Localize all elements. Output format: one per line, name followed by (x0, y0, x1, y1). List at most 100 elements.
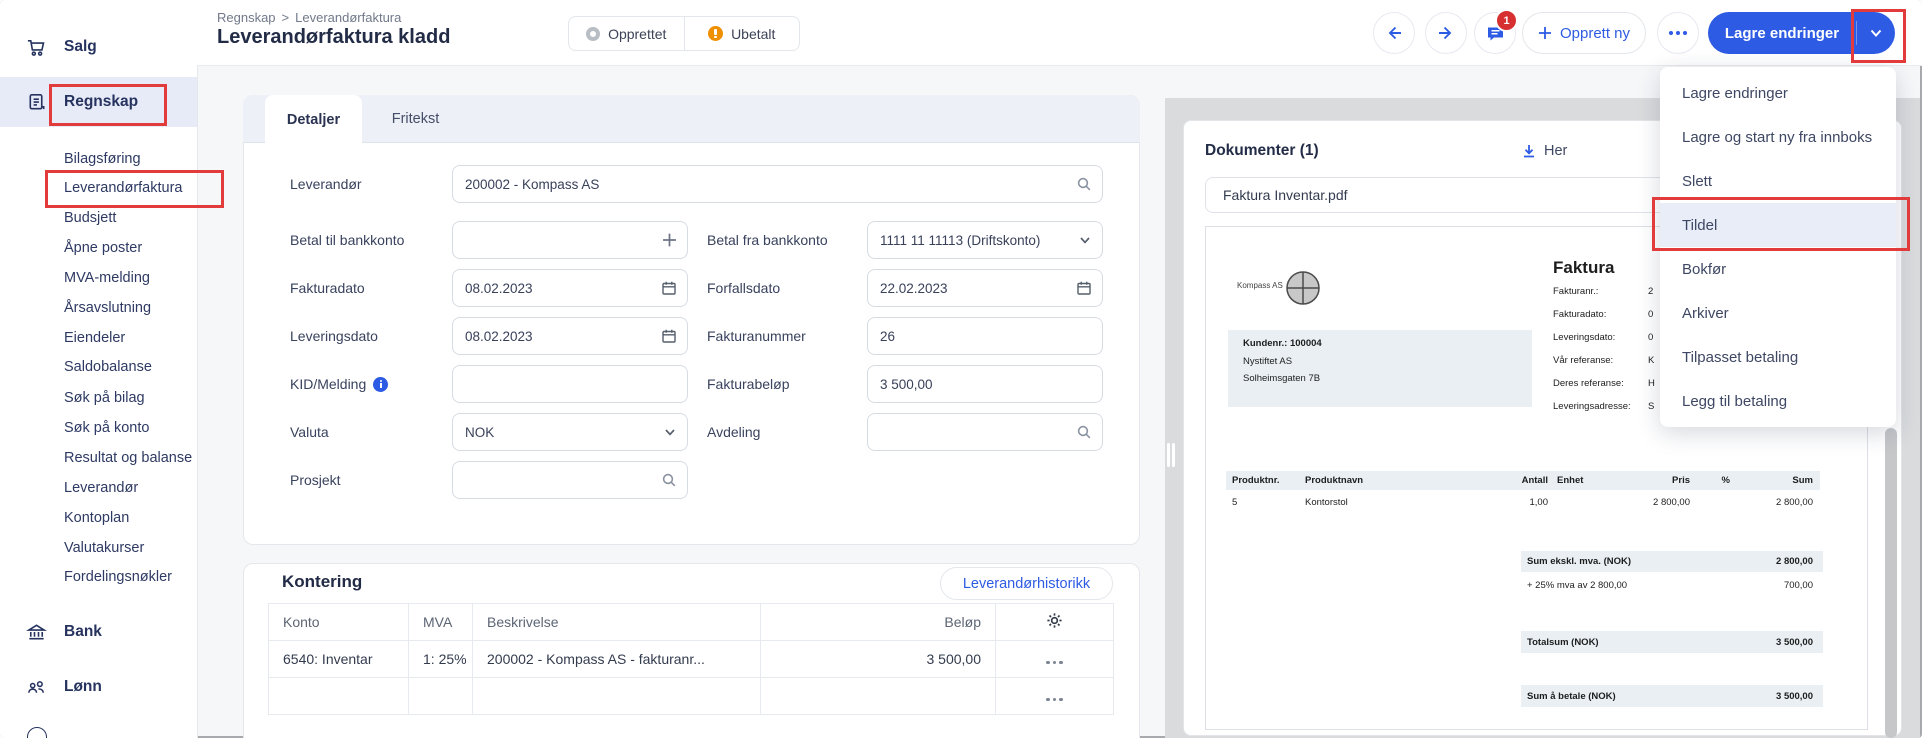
created-status-icon (586, 27, 600, 41)
sidebar-item-eiendeler[interactable]: Eiendeler (64, 327, 125, 349)
sidebar-item-sok-pa-bilag[interactable]: Søk på bilag (64, 387, 145, 409)
field-label: Betal fra bankkonto (707, 221, 828, 259)
download-icon (1521, 143, 1537, 159)
sidebar-item-bilagsforing[interactable]: Bilagsføring (64, 148, 141, 170)
sidebar-item-resultat-og-balanse[interactable]: Resultat og balanse (64, 447, 192, 469)
invoice-detail-label: Vår referanse: (1553, 355, 1613, 366)
documents-title: Dokumenter (1) (1205, 142, 1319, 160)
calendar-icon[interactable] (1076, 280, 1092, 296)
create-new-button[interactable]: Opprett ny (1522, 12, 1646, 54)
col-header-settings[interactable] (996, 604, 1114, 641)
menu-item-tilpasset-betaling[interactable]: Tilpasset betaling (1660, 335, 1896, 379)
download-link[interactable]: Her (1521, 143, 1567, 159)
cell-mva[interactable]: 1: 25% (409, 641, 473, 678)
invoice-amount-input[interactable]: 3 500,00 (867, 365, 1103, 403)
invoice-number-input[interactable]: 26 (867, 317, 1103, 355)
menu-item-slett[interactable]: Slett (1660, 159, 1896, 203)
tab-detaljer[interactable]: Detaljer (265, 95, 362, 144)
currency-value: NOK (465, 425, 494, 440)
unpaid-warning-icon (708, 26, 723, 41)
department-input[interactable] (867, 413, 1103, 451)
cell-beskrivelse[interactable] (473, 678, 761, 715)
comments-button[interactable]: 1 (1474, 12, 1516, 54)
row-actions-button[interactable] (996, 641, 1114, 678)
sidebar-item-sok-pa-konto[interactable]: Søk på konto (64, 417, 149, 439)
due-date-value: 22.02.2023 (880, 281, 948, 296)
breadcrumb-current[interactable]: Leverandørfaktura (295, 10, 401, 25)
calendar-icon[interactable] (661, 328, 677, 344)
sidebar-item-mva-melding[interactable]: MVA-melding (64, 267, 150, 289)
supplier-input[interactable]: 200002 - Kompass AS (452, 165, 1103, 203)
back-button[interactable] (1373, 12, 1415, 54)
search-icon[interactable] (661, 472, 677, 488)
sidebar-item-arsavslutning[interactable]: Årsavslutning (64, 297, 151, 319)
cell-mva[interactable] (409, 678, 473, 715)
menu-item-lagre-og-start-ny[interactable]: Lagre og start ny fra innboks (1660, 115, 1896, 159)
tab-fritekst[interactable]: Fritekst (368, 95, 463, 143)
page-title: Leverandørfaktura kladd (217, 26, 450, 49)
cell-konto[interactable] (269, 678, 409, 715)
inv-cell-antall: 1,00 (1478, 497, 1548, 508)
menu-item-legg-til-betaling[interactable]: Legg til betaling (1660, 379, 1896, 423)
status-badges: Opprettet Ubetalt (568, 16, 800, 51)
menu-item-lagre-endringer[interactable]: Lagre endringer (1660, 71, 1896, 115)
invoice-date-input[interactable]: 08.02.2023 (452, 269, 688, 307)
plus-icon[interactable] (662, 233, 677, 248)
people-icon (26, 677, 47, 698)
pay-to-account-input[interactable] (452, 221, 688, 259)
sidebar-item-budsjett[interactable]: Budsjett (64, 207, 116, 229)
chevron-down-icon (1868, 25, 1884, 41)
sidebar-item-leverandorfaktura[interactable]: Leverandørfaktura (64, 177, 182, 199)
sidebar-item-lonn[interactable]: Lønn (0, 664, 197, 710)
menu-item-bokfor[interactable]: Bokfør (1660, 247, 1896, 291)
calendar-icon[interactable] (661, 280, 677, 296)
breadcrumb-parent[interactable]: Regnskap (217, 10, 276, 25)
ellipsis-icon (1046, 661, 1063, 665)
row-actions-button[interactable] (996, 678, 1114, 715)
breadcrumb[interactable]: Regnskap > Leverandørfaktura (217, 10, 401, 25)
delivery-date-input[interactable]: 08.02.2023 (452, 317, 688, 355)
invoice-detail-value: K (1648, 355, 1654, 366)
sidebar-item-saldobalanse[interactable]: Saldobalanse (64, 356, 152, 378)
sidebar-item-valutakurser[interactable]: Valutakurser (64, 537, 144, 559)
panel-scrollbar-thumb[interactable] (1885, 428, 1897, 738)
partial-bottom-icon (27, 727, 47, 738)
col-header-beskrivelse[interactable]: Beskrivelse (473, 604, 761, 641)
sidebar-item-apne-poster[interactable]: Åpne poster (64, 237, 142, 259)
sidebar-item-salg[interactable]: Salg (0, 24, 197, 70)
save-dropdown-toggle[interactable] (1857, 12, 1895, 54)
cell-beskrivelse[interactable]: 200002 - Kompass AS - fakturanr... (473, 641, 761, 678)
save-changes-label[interactable]: Lagre endringer (1708, 12, 1856, 54)
menu-item-arkiver[interactable]: Arkiver (1660, 291, 1896, 335)
project-input[interactable] (452, 461, 688, 499)
save-changes-split-button[interactable]: Lagre endringer (1708, 12, 1895, 54)
cell-belop[interactable] (761, 678, 996, 715)
col-header-konto[interactable]: Konto (269, 604, 409, 641)
col-header-belop[interactable]: Beløp (761, 604, 996, 641)
company-logo-icon (1285, 270, 1321, 311)
due-date-input[interactable]: 22.02.2023 (867, 269, 1103, 307)
sidebar-item-bank[interactable]: Bank (0, 609, 197, 655)
supplier-history-button[interactable]: Leverandørhistorikk (940, 567, 1113, 600)
sidebar-item-leverandor[interactable]: Leverandør (64, 477, 138, 499)
pay-from-account-select[interactable]: 1111 11 11113 (Driftskonto) (867, 221, 1103, 259)
currency-select[interactable]: NOK (452, 413, 688, 451)
sidebar-item-regnskap[interactable]: Regnskap (0, 77, 197, 127)
search-icon[interactable] (1076, 176, 1092, 192)
cell-konto[interactable]: 6540: Inventar (269, 641, 409, 678)
cell-belop[interactable]: 3 500,00 (761, 641, 996, 678)
panel-resize-handle[interactable] (1167, 443, 1175, 467)
inv-col-sum: Sum (1743, 475, 1813, 486)
col-header-mva[interactable]: MVA (409, 604, 473, 641)
info-icon[interactable] (373, 377, 388, 392)
kid-message-input[interactable] (452, 365, 688, 403)
sidebar-item-fordelingsnokler[interactable]: Fordelingsnøkler (64, 566, 172, 588)
forward-button[interactable] (1425, 12, 1467, 54)
invoice-detail-label: Leveringsadresse: (1553, 401, 1631, 412)
search-icon[interactable] (1076, 424, 1092, 440)
sidebar-item-kontoplan[interactable]: Kontoplan (64, 507, 129, 529)
invoice-amount-due-value: 3 500,00 (1743, 691, 1813, 702)
menu-item-tildel[interactable]: Tildel (1660, 203, 1896, 247)
invoice-detail-value: 2 (1648, 286, 1653, 297)
more-actions-button[interactable] (1657, 12, 1699, 54)
